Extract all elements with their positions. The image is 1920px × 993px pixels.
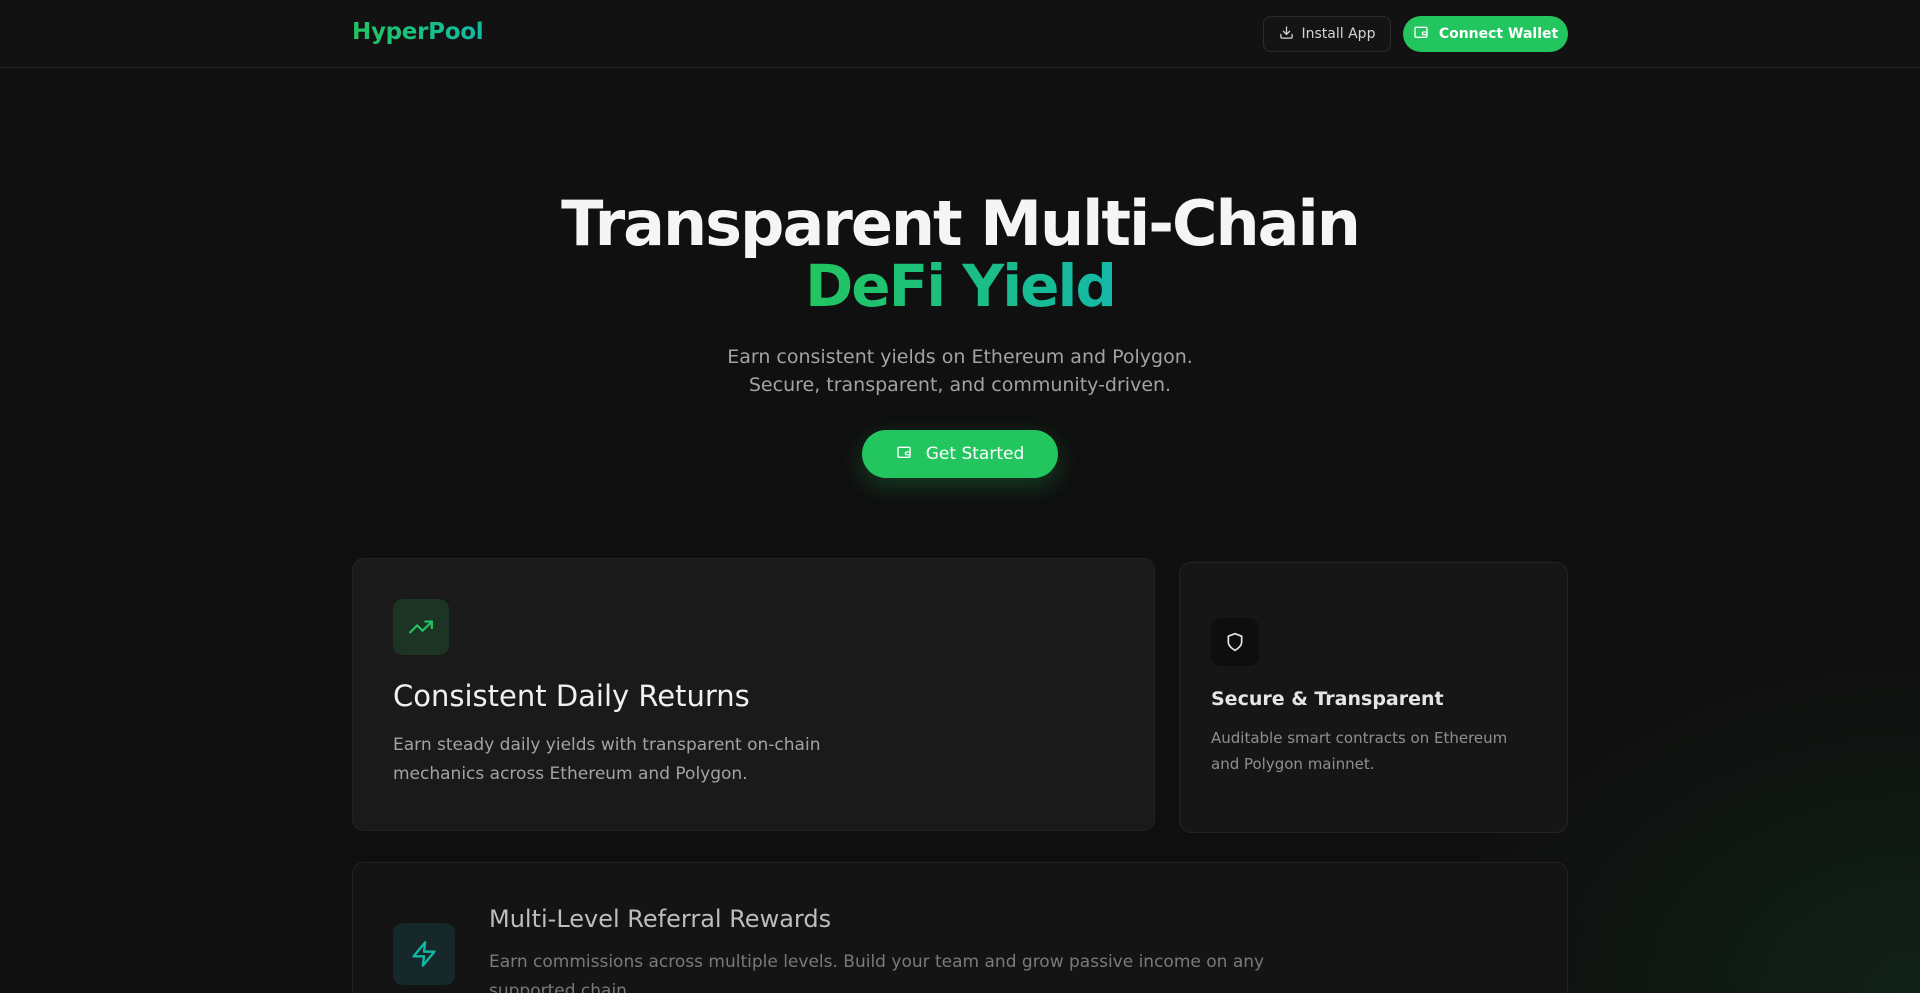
feature-title: Secure & Transparent	[1211, 688, 1444, 710]
background	[0, 0, 1920, 993]
feature-title: Consistent Daily Returns	[393, 679, 750, 713]
feature-title: Multi-Level Referral Rewards	[489, 905, 832, 933]
top-nav: HyperPool Install App Connect Wallet	[0, 0, 1920, 68]
feature-card-daily-returns: Consistent Daily Returns Earn steady dai…	[352, 558, 1155, 831]
hero-title-accent: DeFi Yield	[0, 254, 1920, 318]
shield-icon	[1211, 618, 1259, 666]
connect-wallet-button[interactable]: Connect Wallet	[1403, 16, 1568, 52]
wallet-icon	[1413, 24, 1429, 44]
feature-description: Earn commissions across multiple levels.…	[489, 952, 1265, 993]
lightning-icon	[393, 923, 455, 985]
feature-description: Auditable smart contracts on Ethereum an…	[1211, 729, 1508, 773]
hero-title: Transparent Multi-Chain	[561, 187, 1361, 260]
hero-subtitle-line-2: Secure, transparent, and community-drive…	[748, 374, 1172, 396]
wallet-icon	[896, 444, 912, 465]
hero-title-accent-text: DeFi Yield	[805, 252, 1117, 320]
hero-subtitle-line-1: Earn consistent yields on Ethereum and P…	[727, 346, 1193, 368]
download-icon	[1279, 25, 1294, 44]
hero-subtitle: Earn consistent yields on Ethereum and P…	[0, 343, 1920, 399]
feature-card-referral: Multi-Level Referral Rewards Earn commis…	[352, 862, 1568, 993]
logo[interactable]: HyperPool	[352, 19, 484, 45]
get-started-label: Get Started	[925, 444, 1025, 464]
trending-up-icon	[393, 599, 449, 655]
install-app-label: Install App	[1301, 26, 1376, 42]
install-app-button[interactable]: Install App	[1263, 16, 1391, 52]
feature-description: Earn steady daily yields with transparen…	[393, 735, 821, 784]
feature-card-secure: Secure & Transparent Auditable smart con…	[1179, 562, 1568, 833]
get-started-button[interactable]: Get Started	[862, 430, 1058, 478]
connect-wallet-label: Connect Wallet	[1438, 26, 1559, 42]
